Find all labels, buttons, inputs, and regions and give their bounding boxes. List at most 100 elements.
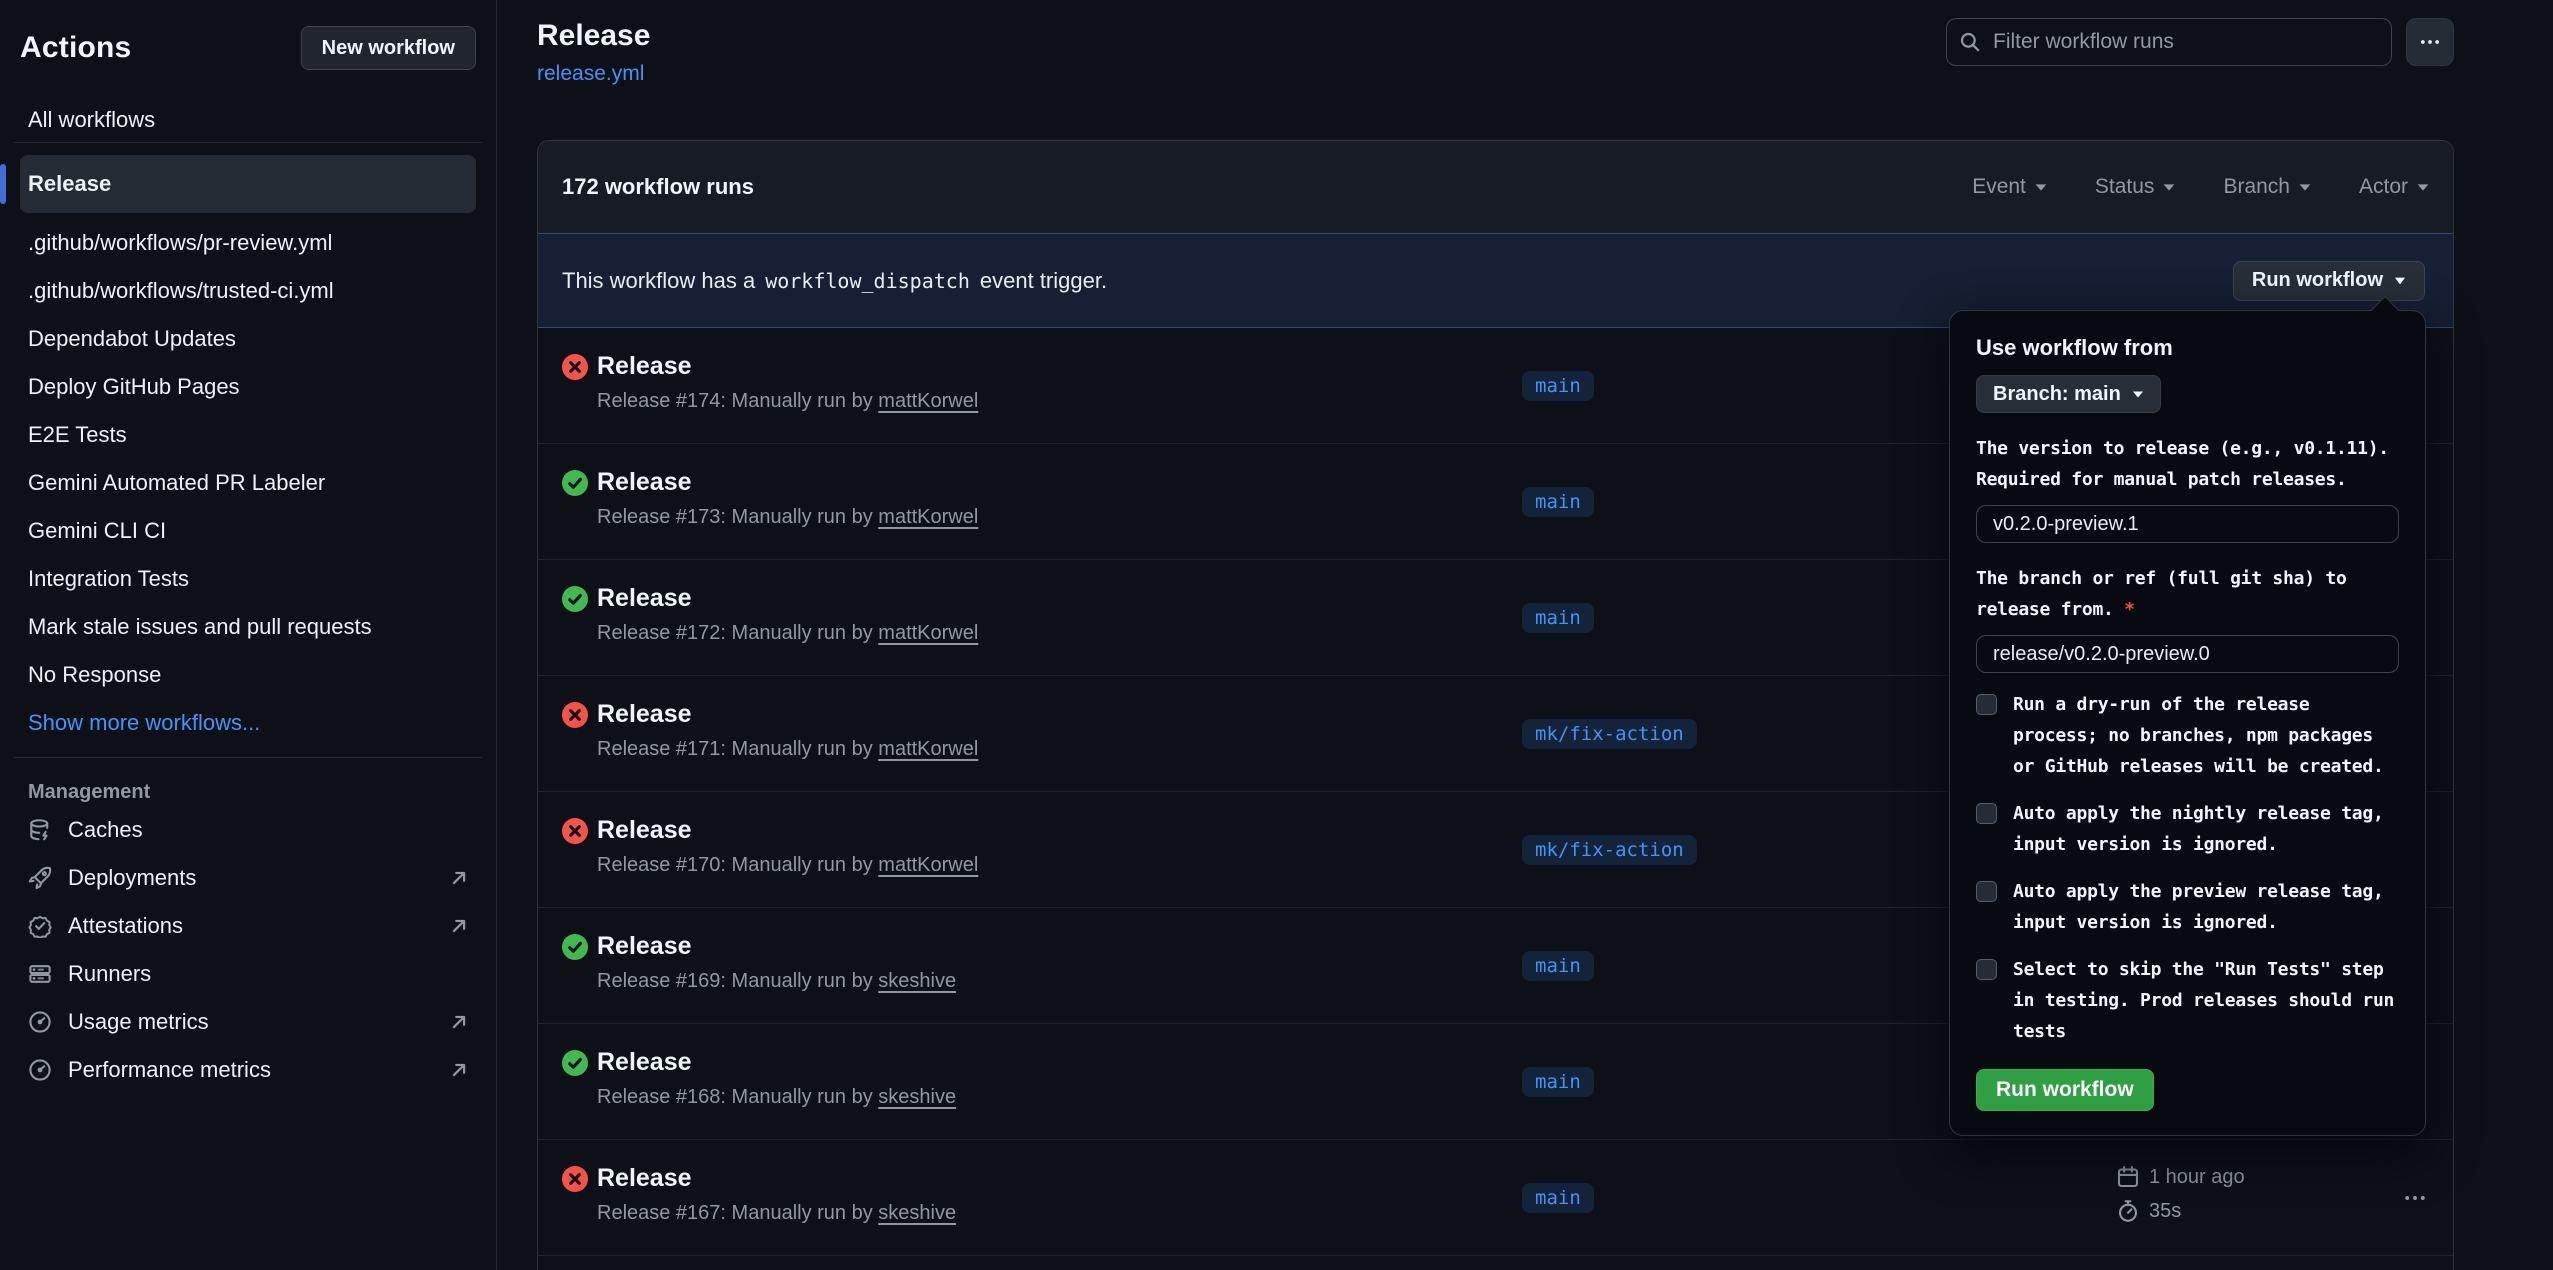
branch-badge[interactable]: main bbox=[1522, 487, 1594, 517]
run-summary: ReleaseRelease #167: Manually run by ske… bbox=[597, 1170, 956, 1225]
version-input[interactable] bbox=[1976, 505, 2399, 543]
failure-status-icon bbox=[562, 702, 588, 728]
popup-checkbox-row: Select to skip the "Run Tests" step in t… bbox=[1976, 954, 2399, 1047]
run-description-text: Release #167: Manually run by bbox=[597, 1202, 878, 1224]
run-time: 1 hour ago bbox=[2149, 1166, 2245, 1189]
sidebar-item-deploy-github-pages[interactable]: Deploy GitHub Pages bbox=[20, 363, 476, 411]
management-item-label: Attestations bbox=[68, 913, 183, 939]
run-title-link[interactable]: Release bbox=[597, 1164, 956, 1193]
branch-badge[interactable]: mk/fix-action bbox=[1522, 835, 1697, 865]
branch-badge[interactable]: main bbox=[1522, 1067, 1594, 1097]
sidebar-item-performance-metrics[interactable]: Performance metrics bbox=[20, 1046, 476, 1094]
runs-filters: Event Status Branch Actor bbox=[1972, 175, 2429, 199]
run-title-link[interactable]: Release bbox=[597, 352, 978, 381]
sidebar-divider bbox=[14, 757, 482, 758]
actor-link[interactable]: skeshive bbox=[878, 1202, 956, 1224]
success-status-icon bbox=[562, 470, 588, 496]
sidebar-item-gemini-automated-pr-labeler[interactable]: Gemini Automated PR Labeler bbox=[20, 459, 476, 507]
kebab-icon[interactable] bbox=[2403, 1186, 2427, 1210]
sidebar-item-deployments[interactable]: Deployments bbox=[20, 854, 476, 902]
sidebar-item-all-workflows[interactable]: All workflows bbox=[20, 98, 476, 142]
management-item-label: Deployments bbox=[68, 865, 196, 891]
sidebar-item-e2e-tests[interactable]: E2E Tests bbox=[20, 411, 476, 459]
checkbox[interactable] bbox=[1976, 803, 1997, 824]
new-workflow-button[interactable]: New workflow bbox=[301, 26, 476, 70]
run-title-link[interactable]: Release bbox=[597, 932, 956, 961]
chevron-down-icon bbox=[2164, 184, 2175, 190]
branch-selector-label: Branch: main bbox=[1993, 383, 2121, 406]
sidebar-item-github-workflows-trusted-ci-yml[interactable]: .github/workflows/trusted-ci.yml bbox=[20, 267, 476, 315]
sidebar-item-runners[interactable]: Runners bbox=[20, 950, 476, 998]
actor-link[interactable]: mattKorwel bbox=[878, 506, 978, 528]
workflow-options-button[interactable] bbox=[2406, 18, 2454, 66]
meter-icon bbox=[28, 1058, 52, 1082]
external-link-icon bbox=[448, 867, 470, 889]
actor-link[interactable]: mattKorwel bbox=[878, 390, 978, 412]
run-description: Release #172: Manually run by mattKorwel bbox=[597, 622, 978, 645]
run-title-link[interactable]: Release bbox=[597, 816, 978, 845]
runs-list-header: 172 workflow runs EventStatusBranchActor bbox=[538, 141, 2453, 233]
checkbox[interactable] bbox=[1976, 881, 1997, 902]
filter-event[interactable]: Event bbox=[1972, 175, 2047, 199]
actor-link[interactable]: mattKorwel bbox=[878, 738, 978, 760]
banner-text: event trigger. bbox=[980, 268, 1107, 294]
run-workflow-submit-button[interactable]: Run workflow bbox=[1976, 1069, 2154, 1111]
filter-runs-input[interactable] bbox=[1946, 18, 2392, 66]
checkbox[interactable] bbox=[1976, 694, 1997, 715]
checkbox[interactable] bbox=[1976, 959, 1997, 980]
run-summary: ReleaseRelease #172: Manually run by mat… bbox=[597, 590, 978, 645]
kebab-icon bbox=[2419, 31, 2441, 53]
sidebar-item-attestations[interactable]: Attestations bbox=[20, 902, 476, 950]
sidebar-item-mark-stale-issues-and-pull-requests[interactable]: Mark stale issues and pull requests bbox=[20, 603, 476, 651]
checkbox-label: Auto apply the nightly release tag, inpu… bbox=[2013, 798, 2399, 860]
actor-link[interactable]: skeshive bbox=[878, 1086, 956, 1108]
search-icon bbox=[1959, 31, 1981, 53]
run-workflow-dropdown-button[interactable]: Run workflow bbox=[2233, 261, 2425, 301]
workflow-file-link[interactable]: release.yml bbox=[537, 62, 644, 86]
failure-status-icon bbox=[562, 818, 588, 844]
actor-link[interactable]: mattKorwel bbox=[878, 854, 978, 876]
filter-label: Branch bbox=[2223, 175, 2290, 199]
workflow-name: Mark stale issues and pull requests bbox=[28, 614, 372, 640]
branch-badge[interactable]: main bbox=[1522, 371, 1594, 401]
sidebar-item-gemini-cli-ci[interactable]: Gemini CLI CI bbox=[20, 507, 476, 555]
run-duration-line: 35s bbox=[2116, 1196, 2245, 1226]
sidebar-item-usage-metrics[interactable]: Usage metrics bbox=[20, 998, 476, 1046]
ref-input[interactable] bbox=[1976, 635, 2399, 673]
meter-icon bbox=[28, 1010, 52, 1034]
sidebar-item-dependabot-updates[interactable]: Dependabot Updates bbox=[20, 315, 476, 363]
run-description-text: Release #173: Manually run by bbox=[597, 506, 878, 528]
run-title-link[interactable]: Release bbox=[597, 700, 978, 729]
popup-checkbox-row: Auto apply the nightly release tag, inpu… bbox=[1976, 798, 2399, 860]
main-header: Release release.yml bbox=[537, 18, 2454, 86]
filter-actor[interactable]: Actor bbox=[2359, 175, 2429, 199]
run-title-link[interactable]: Release bbox=[597, 468, 978, 497]
run-title-link[interactable]: Release bbox=[597, 584, 978, 613]
filter-branch[interactable]: Branch bbox=[2223, 175, 2311, 199]
popup-checkbox-row: Run a dry-run of the release process; no… bbox=[1976, 689, 2399, 782]
run-summary: ReleaseRelease #170: Manually run by mat… bbox=[597, 822, 978, 877]
sidebar-item-release[interactable]: Release bbox=[20, 155, 476, 213]
show-more-workflows-link[interactable]: Show more workflows... bbox=[20, 699, 476, 747]
filter-status[interactable]: Status bbox=[2095, 175, 2176, 199]
branch-badge[interactable]: main bbox=[1522, 603, 1594, 633]
actor-link[interactable]: mattKorwel bbox=[878, 622, 978, 644]
sidebar-item-no-response[interactable]: No Response bbox=[20, 651, 476, 699]
sidebar-item-integration-tests[interactable]: Integration Tests bbox=[20, 555, 476, 603]
cache-icon bbox=[28, 818, 52, 842]
filter-runs-searchbox bbox=[1946, 18, 2392, 66]
branch-badge[interactable]: mk/fix-action bbox=[1522, 719, 1697, 749]
run-title-link[interactable]: Release bbox=[597, 1048, 956, 1077]
branch-selector-button[interactable]: Branch: main bbox=[1976, 375, 2161, 413]
sidebar-item-caches[interactable]: Caches bbox=[20, 806, 476, 854]
sidebar-item-github-workflows-pr-review-yml[interactable]: .github/workflows/pr-review.yml bbox=[20, 219, 476, 267]
run-summary: ReleaseRelease #169: Manually run by ske… bbox=[597, 938, 956, 993]
workflow-name: No Response bbox=[28, 662, 161, 688]
branch-badge[interactable]: main bbox=[1522, 951, 1594, 981]
branch-badge[interactable]: main bbox=[1522, 1183, 1594, 1213]
run-meta: 1 hour ago 35s bbox=[2116, 1162, 2245, 1230]
stopwatch-icon bbox=[2116, 1199, 2140, 1223]
actor-link[interactable]: skeshive bbox=[878, 970, 956, 992]
checkbox-label: Select to skip the "Run Tests" step in t… bbox=[2013, 954, 2399, 1047]
workflow-name: E2E Tests bbox=[28, 422, 127, 448]
